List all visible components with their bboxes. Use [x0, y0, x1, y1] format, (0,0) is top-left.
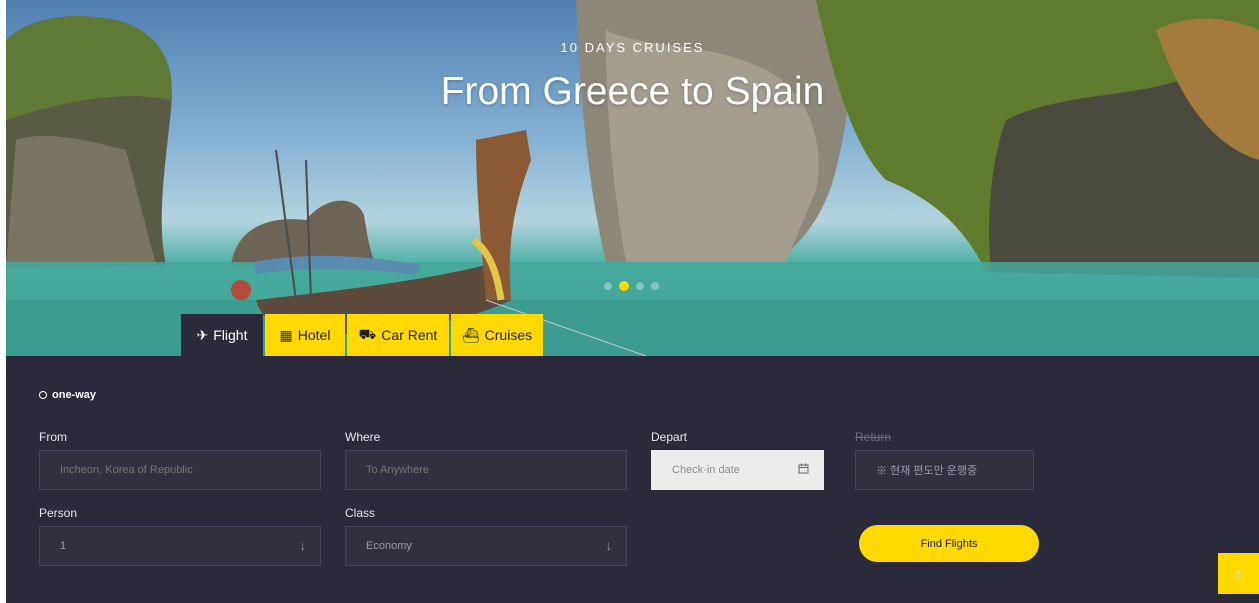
tab-label: Cruises — [484, 327, 533, 343]
where-field[interactable] — [345, 450, 627, 490]
airplane-icon: ✈ — [196, 326, 209, 343]
slider-dot[interactable] — [636, 282, 644, 290]
radio-label: one-way — [52, 389, 97, 401]
flight-search-panel: one-way From Where Depart Check-in date … — [6, 356, 1259, 603]
tab-flight[interactable]: ✈ Flight — [181, 314, 263, 356]
tab-hotel[interactable]: ▦ Hotel — [265, 314, 345, 356]
hero-title: From Greece to Spain — [440, 70, 825, 113]
slider-dot[interactable] — [604, 282, 612, 290]
where-label: Where — [345, 430, 381, 444]
from-label: From — [39, 430, 67, 444]
search-tabs: ✈ Flight ▦ Hotel ⛟ Car Rent ⛴ Cruises — [181, 314, 543, 356]
scroll-to-top-button[interactable]: ↑ — [1218, 553, 1259, 594]
tab-label: Flight — [213, 327, 248, 343]
class-value: Economy — [366, 540, 412, 552]
arrow-down-icon: ↓ — [605, 538, 613, 553]
tab-label: Hotel — [297, 327, 331, 343]
radio-circle-icon — [39, 391, 47, 399]
from-input[interactable] — [60, 464, 300, 476]
one-way-radio[interactable]: one-way — [39, 389, 96, 401]
tab-label: Car Rent — [381, 327, 438, 343]
slider-dots — [604, 281, 659, 291]
class-label: Class — [345, 506, 376, 520]
person-select[interactable]: 1 ↓ — [39, 526, 321, 566]
hotel-icon: ▦ — [279, 326, 293, 343]
car-icon: ⛟ — [358, 325, 377, 342]
hero-subtitle: 10 DAYS CRUISES — [560, 40, 705, 55]
tab-cruises[interactable]: ⛴ Cruises — [451, 314, 543, 356]
depart-field[interactable]: Check-in date — [651, 450, 824, 490]
return-notice: ※ 현재 편도만 운행중 — [876, 465, 978, 477]
tab-car-rent[interactable]: ⛟ Car Rent — [347, 314, 449, 356]
person-label: Person — [39, 506, 78, 520]
ship-icon: ⛴ — [461, 326, 480, 343]
return-field: ※ 현재 편도만 운행중 — [855, 450, 1034, 490]
depart-label: Depart — [651, 430, 688, 444]
depart-placeholder: Check-in date — [672, 464, 740, 476]
class-select[interactable]: Economy ↓ — [345, 526, 627, 566]
calendar-icon — [798, 462, 809, 477]
where-input[interactable] — [366, 464, 606, 476]
arrow-down-icon: ↓ — [299, 538, 307, 553]
slider-dot[interactable] — [651, 282, 659, 290]
find-flights-button[interactable]: Find Flights — [859, 525, 1039, 562]
hero-banner: 10 DAYS CRUISES From Greece to Spain — [6, 0, 1259, 356]
slider-dot-active[interactable] — [619, 281, 629, 291]
from-field[interactable] — [39, 450, 321, 490]
arrow-up-icon: ↑ — [1235, 565, 1242, 582]
return-label: Return — [855, 430, 892, 444]
person-value: 1 — [60, 540, 67, 552]
